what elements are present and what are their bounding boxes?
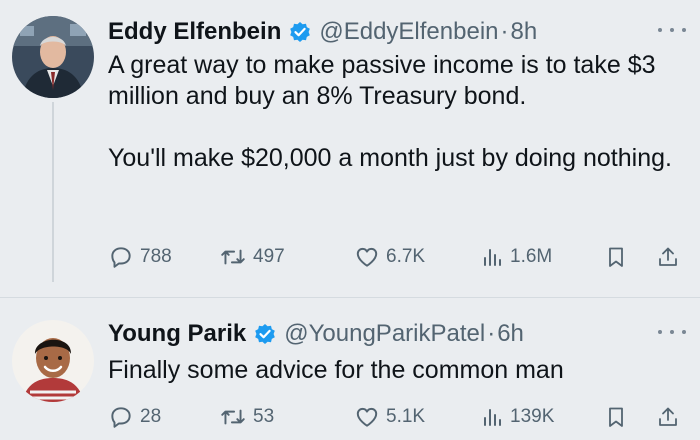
avatar[interactable] xyxy=(12,320,94,402)
author-name[interactable]: Young Parik xyxy=(108,320,246,348)
tweet-paragraph: Finally some advice for the common man xyxy=(108,356,564,384)
views-icon xyxy=(480,244,504,270)
tweet-header: Eddy Elfenbein @EddyElfenbein · 8h xyxy=(108,18,537,46)
verified-badge-icon xyxy=(289,21,311,43)
retweet-button[interactable]: 497 xyxy=(219,244,285,270)
heart-icon xyxy=(354,404,380,430)
reply-button[interactable]: 788 xyxy=(108,244,172,270)
tweet-actions: 28 53 5.1K 139K xyxy=(108,404,688,434)
avatar[interactable] xyxy=(12,16,94,98)
reply-button[interactable]: 28 xyxy=(108,404,161,430)
like-button[interactable]: 6.7K xyxy=(354,244,425,270)
like-count: 5.1K xyxy=(386,406,426,427)
author-handle[interactable]: @YoungParikPatel xyxy=(284,320,485,348)
reply-icon xyxy=(108,244,134,270)
more-icon[interactable] xyxy=(658,28,686,32)
timestamp[interactable]: 8h xyxy=(511,18,538,46)
retweet-button[interactable]: 53 xyxy=(219,404,274,430)
tweet-actions: 788 497 6.7K 1.6M xyxy=(108,244,688,274)
tweet-header: Young Parik @YoungParikPatel · 6h xyxy=(108,320,524,348)
views-button[interactable]: 1.6M xyxy=(480,244,552,270)
timestamp[interactable]: 6h xyxy=(497,320,524,348)
like-count: 6.7K xyxy=(386,246,426,267)
views-count: 139K xyxy=(510,406,555,427)
heart-icon xyxy=(354,244,380,270)
author-handle[interactable]: @EddyElfenbein xyxy=(319,18,498,46)
tweet-2[interactable]: Young Parik @YoungParikPatel · 6h Finall… xyxy=(0,298,700,440)
separator: · xyxy=(487,320,496,347)
share-button[interactable] xyxy=(656,404,680,430)
retweet-count: 53 xyxy=(253,406,275,427)
share-icon xyxy=(656,244,680,270)
tweet-1[interactable]: Eddy Elfenbein @EddyElfenbein · 8h A gre… xyxy=(0,0,700,290)
bookmark-icon xyxy=(604,404,628,430)
bookmark-button[interactable] xyxy=(604,404,628,430)
bookmark-button[interactable] xyxy=(604,244,628,270)
tweet-paragraph: A great way to make passive income is to… xyxy=(108,51,656,110)
bookmark-icon xyxy=(604,244,628,270)
retweet-icon xyxy=(219,404,247,430)
reply-count: 28 xyxy=(140,406,162,427)
reply-icon xyxy=(108,404,134,430)
verified-badge-icon xyxy=(254,323,276,345)
tweet-text: A great way to make passive income is to… xyxy=(108,50,688,174)
like-button[interactable]: 5.1K xyxy=(354,404,425,430)
share-icon xyxy=(656,404,680,430)
tweet-text: Finally some advice for the common man xyxy=(108,355,688,386)
tweet-paragraph: You'll make $20,000 a month just by doin… xyxy=(108,144,672,172)
retweet-count: 497 xyxy=(253,246,285,267)
more-icon[interactable] xyxy=(658,330,686,334)
share-button[interactable] xyxy=(656,244,680,270)
reply-count: 788 xyxy=(140,246,172,267)
retweet-icon xyxy=(219,244,247,270)
views-button[interactable]: 139K xyxy=(480,404,554,430)
views-count: 1.6M xyxy=(510,246,553,267)
separator: · xyxy=(500,18,509,45)
views-icon xyxy=(480,404,504,430)
author-name[interactable]: Eddy Elfenbein xyxy=(108,18,281,46)
